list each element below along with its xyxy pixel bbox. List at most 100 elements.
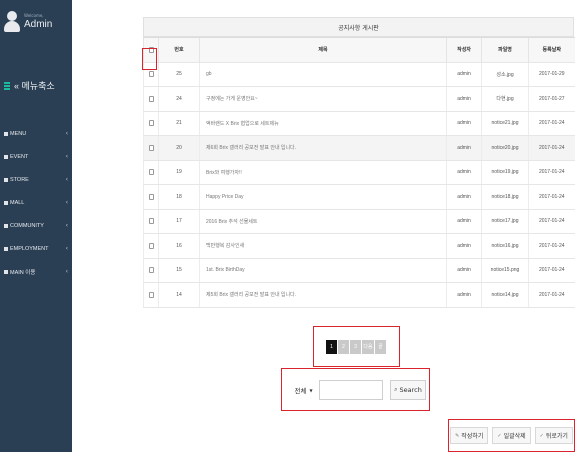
row-subject-link[interactable]: 액바랜드 X Brix 협업으로 세트제뉴	[199, 111, 447, 136]
next-page-button[interactable]: 다음	[362, 339, 374, 354]
row-date: 2017-01-24	[528, 160, 575, 185]
page-3-button[interactable]: 3	[350, 339, 361, 354]
row-checkbox[interactable]	[148, 95, 154, 102]
row-checkbox[interactable]	[148, 144, 154, 151]
search-input[interactable]	[319, 380, 383, 400]
table-row[interactable]: 18 Happy Price Day admin notice18.jpg 20…	[143, 184, 575, 210]
table-row[interactable]: 20 제6회 Brix 갤러리 공모전 발표 안내 입니다. admin not…	[143, 135, 575, 161]
back-button-label: 뒤로가기	[545, 433, 568, 440]
sidebar-nav: MENU ‹ EVENT ‹ STORE ‹ MALL ‹ COMMUNITY …	[0, 122, 72, 283]
row-checkbox[interactable]	[148, 120, 154, 127]
row-author: admin	[446, 62, 482, 87]
row-number: 20	[158, 135, 200, 161]
row-checkbox[interactable]	[148, 193, 154, 200]
bulk-delete-button[interactable]: ✓ 일괄삭제	[492, 427, 531, 444]
bulk-delete-label: 일괄삭제	[503, 433, 526, 440]
row-checkbox[interactable]	[148, 291, 154, 298]
row-checkbox[interactable]	[148, 169, 154, 176]
sidebar-item-menu[interactable]: MENU ‹	[0, 122, 72, 145]
sidebar-item-label: STORE	[10, 176, 29, 183]
row-date: 2017-01-24	[528, 209, 575, 234]
search-button-label: Search	[399, 386, 422, 394]
chevron-left-icon: ‹	[65, 222, 68, 229]
sidebar-item-label: MENU	[10, 130, 27, 137]
row-subject-link[interactable]: 제5회 Brix 갤러리 공모전 발표 안내 입니다.	[199, 282, 447, 308]
row-file: notice17.jpg	[481, 209, 529, 234]
row-subject-link[interactable]: 백만행복 감사인새	[199, 233, 447, 259]
row-subject-link[interactable]: 구정에는 가게 운영안요~	[199, 86, 447, 112]
row-subject-link[interactable]: 1st. Brix BirthDay	[199, 258, 447, 283]
sidebar-item-mall[interactable]: MALL ‹	[0, 191, 72, 214]
row-author: admin	[446, 184, 482, 210]
row-checkbox[interactable]	[148, 267, 154, 274]
row-author: admin	[446, 282, 482, 308]
table-row[interactable]: 19 Brix와 여행가자!! admin notice19.jpg 2017-…	[143, 160, 575, 185]
sidebar-item-label: MAIN 이용	[10, 269, 36, 276]
check-icon: ✓	[497, 432, 502, 439]
row-number: 18	[158, 184, 200, 210]
row-number: 21	[158, 111, 200, 136]
menu-collapse-label: « 메뉴축소	[14, 81, 55, 91]
board-title: 공지사항 게시판	[143, 17, 574, 37]
row-number: 19	[158, 160, 200, 185]
column-header-author: 작성자	[446, 37, 482, 63]
row-date: 2017-01-24	[528, 111, 575, 136]
row-number: 14	[158, 282, 200, 308]
notice-board: 공지사항 게시판 번호 제목 작성자 파일명 등록날짜 25 gb admin …	[143, 17, 575, 308]
table-row[interactable]: 16 백만행복 감사인새 admin notice16.jpg 2017-01-…	[143, 233, 575, 259]
menu-collapse-toggle[interactable]: « 메뉴축소	[4, 79, 55, 92]
sidebar-item-main-usage[interactable]: MAIN 이용 ‹	[0, 260, 72, 283]
row-subject-link[interactable]: 제6회 Brix 갤러리 공모전 발표 안내 입니다.	[199, 135, 447, 161]
search-scope-value: 전체	[294, 387, 307, 395]
chevron-left-icon: ‹	[65, 268, 68, 275]
write-button[interactable]: ✎ 작성하기	[450, 427, 489, 444]
table-row[interactable]: 14 제5회 Brix 갤러리 공모전 발표 안내 입니다. admin not…	[143, 282, 575, 308]
write-button-label: 작성하기	[461, 433, 484, 440]
pencil-icon: ✎	[455, 432, 460, 439]
row-file: notice18.jpg	[481, 184, 529, 210]
row-date: 2017-01-24	[528, 233, 575, 259]
sidebar-item-store[interactable]: STORE ‹	[0, 168, 72, 191]
row-number: 15	[158, 258, 200, 283]
notice-table: 번호 제목 작성자 파일명 등록날짜 25 gb admin 성소.jpg 20…	[143, 37, 575, 308]
row-subject-link[interactable]: gb	[199, 62, 447, 87]
row-author: admin	[446, 258, 482, 283]
table-row[interactable]: 25 gb admin 성소.jpg 2017-01-29	[143, 62, 575, 87]
sidebar-item-employment[interactable]: EMPLOYMENT ‹	[0, 237, 72, 260]
row-checkbox[interactable]	[148, 218, 154, 225]
chevron-left-icon: ‹	[65, 199, 68, 206]
profile-info: Welcome, Admin	[24, 13, 52, 30]
row-file: notice15.png	[481, 258, 529, 283]
pagination: 1 2 3 다음 끝	[313, 326, 400, 367]
table-row[interactable]: 24 구정에는 가게 운영안요~ admin 다현.jpg 2017-01-27	[143, 86, 575, 112]
table-header-row: 번호 제목 작성자 파일명 등록날짜	[143, 37, 575, 63]
user-avatar-icon	[4, 10, 20, 32]
menu-square-icon	[4, 154, 8, 159]
admin-name: Admin	[24, 18, 53, 30]
last-page-button[interactable]: 끝	[375, 339, 386, 354]
row-number: 24	[158, 86, 200, 112]
select-all-highlight	[142, 48, 157, 70]
sidebar-item-event[interactable]: EVENT ‹	[0, 145, 72, 168]
row-subject-link[interactable]: Happy Price Day	[199, 184, 447, 210]
row-checkbox[interactable]	[148, 242, 154, 249]
row-date: 2017-01-27	[528, 86, 575, 112]
table-row[interactable]: 21 액바랜드 X Brix 협업으로 세트제뉴 admin notice21.…	[143, 111, 575, 136]
page-2-button[interactable]: 2	[338, 339, 349, 354]
column-header-file: 파일명	[481, 37, 529, 63]
table-row[interactable]: 17 2016 Brix 추석 선물세트 admin notice17.jpg …	[143, 209, 575, 234]
sidebar-item-community[interactable]: COMMUNITY ‹	[0, 214, 72, 237]
table-row[interactable]: 15 1st. Brix BirthDay admin notice15.png…	[143, 258, 575, 283]
row-checkbox[interactable]	[148, 71, 154, 78]
search-scope-select[interactable]: 전체 ▼	[289, 381, 318, 399]
back-button[interactable]: ✓ 뒤로가기	[534, 427, 573, 444]
row-file: notice19.jpg	[481, 160, 529, 185]
page-1-button[interactable]: 1	[326, 339, 337, 354]
row-author: admin	[446, 86, 482, 112]
row-subject-link[interactable]: Brix와 여행가자!!	[199, 160, 447, 185]
row-subject-link[interactable]: 2016 Brix 추석 선물세트	[199, 209, 447, 234]
search-button[interactable]: ⌕ Search	[390, 380, 426, 400]
chevron-left-icon: ‹	[65, 130, 68, 137]
row-date: 2017-01-24	[528, 282, 575, 308]
column-header-number: 번호	[158, 37, 200, 63]
